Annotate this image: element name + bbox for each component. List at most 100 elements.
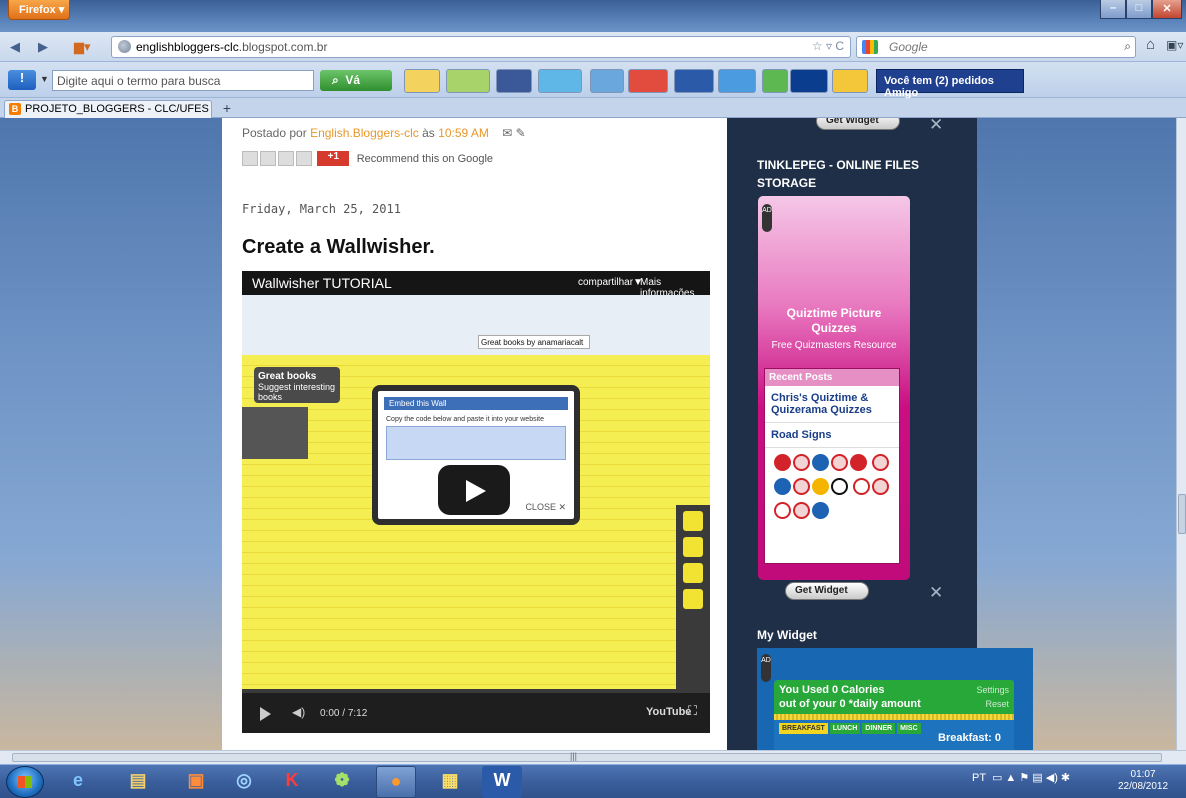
back-icon[interactable]: ◀ [10, 39, 20, 55]
home-icon[interactable]: ⌂ [1146, 36, 1155, 53]
email-post-icon[interactable]: ✉ [502, 126, 512, 140]
twitter-icon[interactable] [538, 69, 582, 93]
go-button[interactable]: ⌕ Vá [320, 70, 392, 91]
word-icon[interactable] [674, 69, 714, 93]
tray-icons[interactable]: ▭ ▲ ⚑ ▤ ◀) ✱ [989, 772, 1070, 784]
system-clock[interactable]: 01:07 22/08/2012 [1118, 769, 1168, 793]
video-share-label: compartilhar [578, 277, 634, 288]
new-tab-button[interactable]: + [218, 100, 236, 116]
tools-icon[interactable]: ✕ [929, 118, 943, 135]
youtube-logo-icon[interactable]: YouTube [646, 706, 691, 718]
play-small-icon[interactable] [260, 707, 271, 721]
recent-posts-header: Recent Posts [765, 369, 899, 386]
meal-tab-breakfast[interactable]: BREAKFAST [779, 723, 828, 734]
media-player-icon[interactable]: ▣ [176, 766, 216, 798]
google-logo-icon[interactable] [862, 40, 878, 54]
get-widget-button-top[interactable]: Get Widget [816, 118, 900, 130]
close-window-button[interactable]: ✕ [1152, 0, 1182, 19]
language-indicator[interactable]: PT [972, 772, 986, 784]
video-share-button[interactable]: compartilhar▼ [578, 277, 643, 288]
edit-post-icon[interactable]: ✎ [516, 126, 526, 140]
search-engine-box[interactable]: Google ⌕ [856, 36, 1136, 58]
quiz-subtitle: Free Quizmasters Resource [771, 340, 897, 351]
messenger-icon[interactable] [590, 69, 624, 93]
chevron-down-icon[interactable]: ▼ [40, 74, 49, 84]
blogger-icon: B [9, 103, 21, 115]
board-subtitle: Suggest interesting books [258, 382, 336, 402]
tools-icon-2[interactable]: ✕ [929, 583, 943, 603]
fullscreen-icon[interactable]: ⛶ [688, 703, 697, 719]
chrome-like-icon[interactable]: ◎ [224, 766, 264, 798]
friend-requests-button[interactable]: Você tem (2) pedidos Amigo [876, 69, 1024, 99]
video-frame: Great books Suggest interesting books Em… [242, 355, 710, 689]
msn-icon[interactable]: ❁ [322, 766, 362, 798]
vertical-scrollbar[interactable] [1176, 118, 1186, 750]
firefox-menu-button[interactable]: Firefox ▾ [8, 0, 70, 20]
ie-icon[interactable]: e [58, 766, 98, 798]
go-label: Vá [345, 73, 361, 87]
quiz-title[interactable]: Quiztime Picture Quizzes [768, 306, 900, 336]
email-share-icon[interactable] [242, 151, 258, 167]
search-engine-label: Google [889, 40, 928, 54]
firefox-icon[interactable]: ● [376, 766, 416, 798]
word-icon[interactable]: W [482, 766, 522, 798]
calorie-settings-link[interactable]: Settings [976, 685, 1009, 695]
post-title[interactable]: Create a Wallwisher. [242, 236, 435, 259]
recent-post-link[interactable]: Chris's Quiztime & Quizerama Quizzes [765, 386, 899, 423]
kaspersky-icon[interactable]: K [272, 766, 312, 798]
start-button[interactable] [6, 766, 44, 798]
recent-posts: Recent Posts Chris's Quiztime & Quizeram… [764, 368, 900, 564]
tinkle-widget-title: TINKLEPEG - ONLINE FILES STORAGE [757, 158, 920, 190]
pdf-icon[interactable] [628, 69, 668, 93]
video-play-button[interactable] [438, 465, 510, 515]
tinklepeg-widget[interactable]: AD Quiztime Picture Quizzes Free Quizmas… [758, 196, 910, 580]
blog-this-icon[interactable] [260, 151, 276, 167]
gplus-button[interactable]: +1 [317, 151, 350, 167]
search-icon[interactable]: ⌕ [1124, 39, 1131, 54]
bookmarks-menu-icon[interactable]: ▣▿ [1166, 38, 1183, 52]
keyboard-icon[interactable] [790, 69, 828, 93]
meal-tab-lunch[interactable]: LUNCH [829, 723, 861, 734]
get-widget-label-top: Get Widget [826, 118, 879, 126]
horizontal-scrollbar-thumb[interactable] [12, 753, 1162, 762]
tab-projeto-bloggers[interactable]: B PROJETO_BLOGGERS - CLC/UFES [4, 100, 212, 118]
game-icon[interactable] [446, 69, 490, 93]
meal-tab-dinner[interactable]: DINNER [862, 723, 896, 734]
volume-icon[interactable]: ◀) [292, 705, 305, 719]
tab-title: PROJETO_BLOGGERS - CLC/UFES [25, 103, 209, 115]
bookmarks-folder-icon[interactable]: ▆▾ [74, 39, 91, 55]
movie-maker-icon[interactable]: ▦ [430, 766, 470, 798]
youtube-video[interactable]: Wallwisher TUTORIAL compartilhar▼ Mais i… [242, 271, 710, 733]
minimize-button[interactable]: – [1100, 0, 1126, 19]
addon-toolbar: ! ▼ Digite aqui o termo para busca ⌕ Vá … [0, 62, 1186, 99]
percent-icon[interactable] [404, 69, 440, 93]
maximize-button[interactable]: □ [1126, 0, 1152, 19]
post-time-link[interactable]: 10:59 AM [438, 126, 489, 140]
video-progress-bar[interactable] [242, 689, 710, 693]
facebook-icon[interactable] [496, 69, 532, 93]
star-reload-icon[interactable]: ☆ ▿ C [812, 39, 844, 53]
ad-badge-2: AD [761, 654, 771, 682]
meal-tab-misc[interactable]: MISC [897, 723, 921, 734]
recent-post-link[interactable]: Road Signs [765, 423, 899, 448]
calorie-widget[interactable]: AD You Used 0 Calories out of your 0 *dai… [757, 648, 1033, 750]
forward-icon[interactable]: ▶ [38, 39, 48, 55]
vertical-scrollbar-thumb[interactable] [1178, 494, 1186, 534]
explorer-icon[interactable]: ▤ [118, 766, 158, 798]
weather-icon[interactable] [718, 69, 756, 93]
get-widget-button[interactable]: Get Widget [785, 582, 869, 600]
horizontal-scrollbar[interactable]: ||| [0, 750, 1186, 764]
toolbar-search-input[interactable]: Digite aqui o termo para busca [52, 70, 314, 91]
embed-close-label: CLOSE ✕ [525, 502, 566, 512]
facebook-share-icon[interactable] [296, 151, 312, 167]
url-host: englishbloggers-clc [136, 40, 239, 54]
twitter-share-icon[interactable] [278, 151, 294, 167]
sun-icon[interactable] [832, 69, 868, 93]
system-tray: PT ▭ ▲ ⚑ ▤ ◀) ✱ [972, 771, 1070, 784]
windows-icon[interactable] [762, 69, 788, 93]
url-bar[interactable]: englishbloggers-clc.blogspot.com.br ☆ ▿ … [111, 36, 851, 58]
author-link[interactable]: English.Bloggers-clc [310, 126, 419, 140]
calorie-reset-link[interactable]: Reset [985, 699, 1009, 709]
video-title[interactable]: Wallwisher TUTORIAL [252, 275, 392, 291]
help-icon[interactable]: ! [8, 70, 36, 90]
